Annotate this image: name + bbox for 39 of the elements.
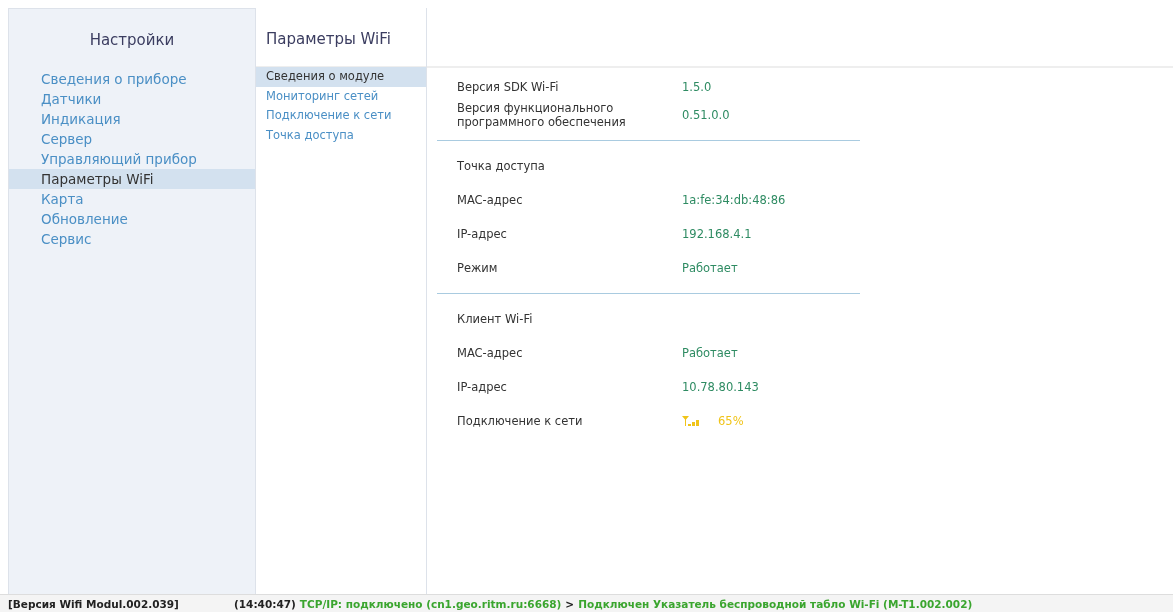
field-value: 192.168.4.1 (682, 227, 752, 241)
status-text: > (565, 597, 575, 610)
field-value: Работает (682, 261, 738, 275)
sidebar-item[interactable]: Сервер (9, 129, 255, 149)
field-label: Версия функционального программного обеспечения (456, 101, 627, 129)
sidebar-item[interactable]: Управляющий прибор (9, 149, 255, 169)
group-title: Клиент Wi-Fi (456, 311, 534, 328)
section-title: Параметры WiFi (265, 29, 392, 50)
sidebar-item[interactable]: Сервис (9, 229, 255, 249)
status-text: Подключен Указатель беспроводной табло Wi-Fi (M-T1.002.002) (578, 597, 973, 610)
sidebar-item[interactable]: Сведения о приборе (9, 69, 255, 89)
sidebar-title: Настройки (88, 30, 176, 51)
field-label: MAC-адрес (456, 346, 524, 360)
field-label: IP-адрес (456, 380, 508, 394)
subnav-item[interactable]: Мониторинг сетей (256, 86, 426, 106)
sidebar-item[interactable]: Параметры WiFi (9, 169, 255, 189)
signal-percent: 65% (718, 414, 744, 428)
subnav-item[interactable]: Подключение к сети (256, 106, 426, 126)
field-label: Режим (456, 261, 499, 275)
field-label: Версия SDK Wi-Fi (456, 80, 560, 94)
field-label: MAC-адрес (456, 193, 524, 207)
field-label: Подключение к сети (456, 414, 584, 428)
sidebar-item[interactable]: Карта (9, 189, 255, 209)
status-text: TCP/IP: подключено (cn1.geo.ritm.ru:6668) (299, 597, 562, 610)
sidebar-item[interactable]: Индикация (9, 109, 255, 129)
field-value: 1a:fe:34:db:48:86 (682, 193, 786, 207)
sidebar-item[interactable]: Датчики (9, 89, 255, 109)
field-value: 0.51.0.0 (682, 108, 730, 122)
status-text: (14:40:47) (234, 597, 296, 610)
field-value: 10.78.80.143 (682, 380, 759, 394)
field-value: Работает (682, 346, 738, 360)
subnav-item[interactable]: Сведения о модуле (256, 67, 426, 87)
field-label: IP-адрес (456, 227, 508, 241)
group-title: Точка доступа (456, 158, 546, 175)
sidebar-item[interactable]: Обновление (9, 209, 255, 229)
field-value: 1.5.0 (682, 80, 712, 94)
signal-icon (682, 416, 700, 426)
version-text: [Версия Wifi Modul.002.039] (7, 597, 180, 610)
subnav-item[interactable]: Точка доступа (256, 125, 426, 145)
